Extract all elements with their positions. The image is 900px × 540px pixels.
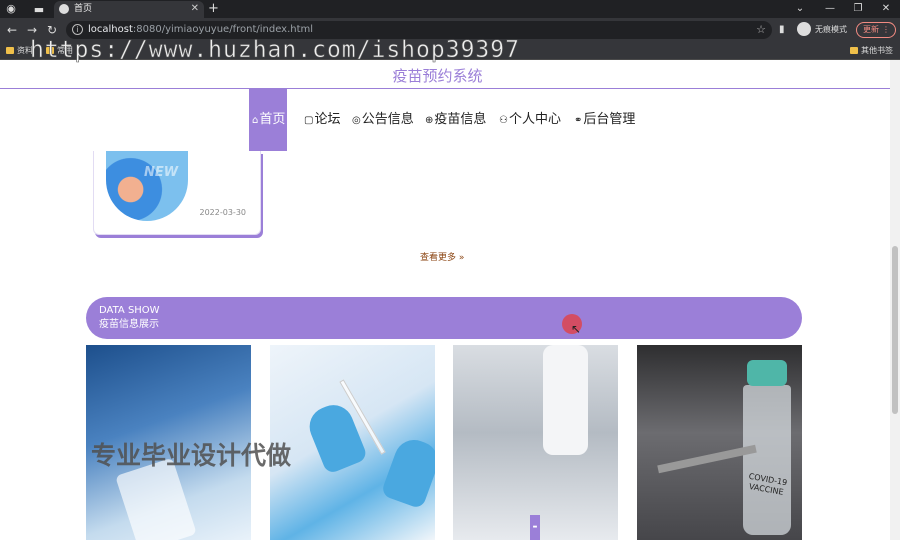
glove-image [380, 434, 435, 510]
view-more-label: 查看更多 [420, 253, 457, 263]
other-bookmarks-label: 其他书签 [861, 46, 893, 55]
vaccine-card[interactable] [270, 345, 435, 540]
close-tab-icon[interactable]: ✕ [191, 2, 199, 16]
nav-label: 疫苗信息 [434, 112, 487, 127]
minimize-button[interactable]: — [820, 1, 840, 17]
nav-label: 个人中心 [508, 112, 561, 127]
user-icon: ⚇ [499, 115, 508, 126]
site-title: 疫苗预约系统 [392, 67, 483, 85]
browser-tab-inactive[interactable]: ▬ [26, 1, 52, 18]
notice-icon: ◎ [352, 115, 361, 126]
more-menu-icon[interactable]: ⋮ [882, 23, 890, 37]
nav-label: 论坛 [314, 112, 341, 127]
nav-label: 公告信息 [361, 112, 414, 127]
url-path: :8080/yimiaoyuyue/front/index.html [132, 24, 314, 35]
nav-personal-center[interactable]: ⚇个人中心 [499, 89, 561, 151]
browser-menu-icon[interactable]: ◉ [4, 2, 18, 16]
tab-title: 首页 [74, 4, 93, 14]
other-bookmarks[interactable]: 其他书签 [850, 44, 893, 58]
nav-admin[interactable]: ⚭后台管理 [574, 89, 635, 151]
data-show-title-cn: 疫苗信息展示 [99, 319, 159, 330]
folder-icon [6, 47, 14, 54]
bookmark-star-icon[interactable]: ☆ [756, 22, 766, 38]
home-icon: ⌂ [252, 115, 259, 126]
incognito-icon[interactable] [797, 22, 811, 36]
watermark-url: https://www.huzhan.com/ishop39397 [30, 37, 520, 64]
vial-cap-image [747, 360, 787, 386]
vial-image [743, 385, 791, 535]
url-host: localhost [88, 24, 133, 35]
vaccine-icon: ⊕ [425, 115, 434, 126]
update-button[interactable]: 更新 ⋮ [856, 22, 896, 38]
data-show-title-en: DATA SHOW [99, 305, 160, 316]
data-show-banner: DATA SHOW 疫苗信息展示 [86, 297, 802, 339]
mouse-cursor-icon: ↖ [571, 322, 582, 336]
nav-forum[interactable]: ▢论坛 [304, 89, 340, 151]
chevron-down-icon[interactable]: ⌄ [790, 1, 810, 17]
bookmark-folder-1[interactable]: 资料 [6, 44, 33, 58]
watermark-ad: 专业毕业设计代做 [91, 441, 292, 470]
vaccine-card[interactable]: COVID-19 VACCINE [637, 345, 802, 540]
globe-icon [59, 4, 69, 14]
browser-tab-bar: ◉ ▬ 首页 ✕ + ⌄ — ❐ ✕ [0, 0, 900, 18]
forum-icon: ▢ [304, 115, 314, 126]
side-panel-icon[interactable]: ▮ [779, 22, 785, 38]
page-scrollbar[interactable] [890, 60, 900, 540]
close-window-button[interactable]: ✕ [876, 1, 896, 17]
link-icon: ⚭ [574, 115, 583, 126]
nav-announcements[interactable]: ◎公告信息 [352, 89, 414, 151]
news-thumbnail[interactable]: NEW [106, 151, 188, 221]
card-tag: ▬ [530, 515, 540, 540]
back-button[interactable]: ← [4, 22, 20, 38]
info-icon[interactable]: i [72, 24, 83, 35]
scrollbar-thumb[interactable] [892, 246, 898, 414]
update-label: 更新 [863, 25, 879, 34]
nav-vaccines[interactable]: ⊕疫苗信息 [425, 89, 486, 151]
vaccine-card[interactable]: ▬ [453, 345, 618, 540]
news-date: 2022-03-30 [199, 208, 247, 217]
syringe-image [657, 444, 757, 474]
browser-tab-active[interactable]: 首页 ✕ [54, 1, 204, 18]
nav-home[interactable]: ⌂首页 [249, 89, 288, 151]
nav-label: 首页 [259, 112, 286, 127]
news-card[interactable]: NEW 2022-03-30 [93, 151, 261, 235]
lab-coat-image [543, 345, 588, 455]
restore-button[interactable]: ❐ [848, 1, 868, 17]
nav-label: 后台管理 [583, 112, 636, 127]
double-chevron-right-icon: » [458, 253, 465, 263]
folder-icon [850, 47, 858, 54]
new-tab-button[interactable]: + [208, 1, 219, 17]
news-image-text: NEW [144, 165, 179, 180]
incognito-label: 无痕模式 [815, 25, 847, 34]
page-icon: ▬ [33, 3, 45, 16]
view-more-link[interactable]: 查看更多 » [420, 252, 464, 264]
